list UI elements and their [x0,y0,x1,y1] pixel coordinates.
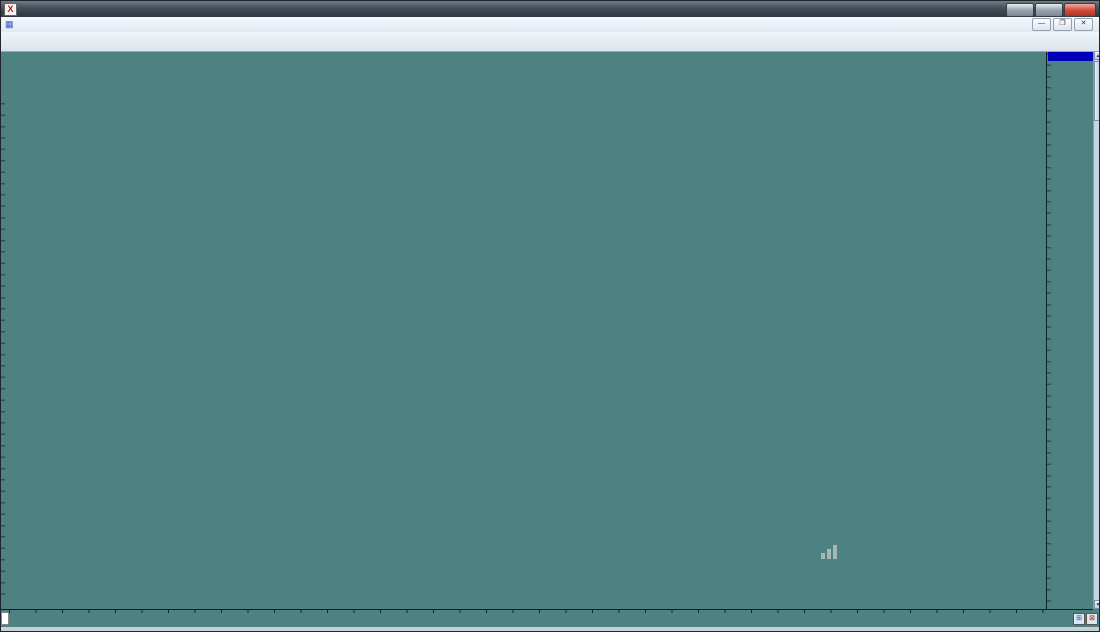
time-axis-ticks [9,610,1049,613]
time-axis-corner-box [1,612,9,625]
window-controls [1005,3,1096,17]
menu-bar: ▦ — ❐ ✕ [1,17,1099,33]
zoom-in-button[interactable]: ⊞ [1073,613,1085,625]
chart-canvas[interactable] [1,51,1046,627]
window-bottom-frame [1,627,1100,632]
scrollbar-thumb[interactable] [1094,61,1100,121]
left-price-ticks [1,103,5,603]
maximize-button[interactable] [1035,3,1063,17]
child-close-button[interactable]: ✕ [1074,18,1093,31]
chart-window-icon: ▦ [5,19,14,30]
toolbar [1,32,1099,52]
price-axis[interactable] [1046,51,1094,609]
scroll-up-button[interactable]: ▲ [1094,51,1100,60]
patrader-window: X ▦ — ❐ ✕ [0,0,1100,632]
vertical-scrollbar[interactable]: ▲ ▼ [1093,51,1100,609]
zoom-out-button[interactable]: ⊠ [1086,613,1098,625]
app-icon: X [4,3,17,16]
price-axis-ticks [1047,53,1051,607]
index-axis-header [1048,51,1093,61]
child-restore-button[interactable]: ❐ [1053,18,1072,31]
child-window-controls: — ❐ ✕ [1030,18,1093,31]
scroll-down-button[interactable]: ▼ [1094,600,1100,609]
time-axis[interactable] [1,609,1093,628]
minimize-button[interactable] [1006,3,1034,17]
title-bar: X [1,1,1099,17]
child-minimize-button[interactable]: — [1032,18,1051,31]
close-button[interactable] [1064,3,1096,17]
